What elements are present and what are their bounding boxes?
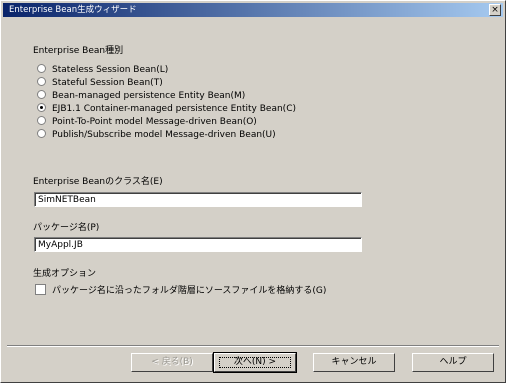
class-name-label: Enterprise Beanのクラス名(E) [33,177,163,187]
radio-bmp-entity[interactable]: Bean-managed persistence Entity Bean(M) [37,90,246,102]
radio-icon [37,129,46,138]
radio-stateful-session[interactable]: Stateful Session Bean(T) [37,77,163,89]
close-icon[interactable]: × [489,4,501,16]
next-button[interactable]: 次へ(N) > [213,352,297,373]
radio-icon [37,64,46,73]
radio-pubsub-message-driven[interactable]: Publish/Subscribe model Message-driven B… [37,129,276,141]
package-name-input[interactable]: MyAppl.JB [34,237,362,252]
radio-label: Point-To-Point model Message-driven Bean… [52,117,257,127]
window-title: Enterprise Bean生成ウィザード [9,5,137,15]
radio-icon [37,90,46,99]
folder-hierarchy-checkbox[interactable]: パッケージ名に沿ったフォルダ階層にソースファイルを格納する(G) [35,283,327,296]
generation-options-label: 生成オプション [33,269,97,279]
checkbox-icon [35,284,46,295]
radio-label: EJB1.1 Container-managed persistence Ent… [52,104,296,114]
radio-label: Bean-managed persistence Entity Bean(M) [52,91,246,101]
radio-label: Publish/Subscribe model Message-driven B… [52,130,276,140]
radio-icon [37,77,46,86]
package-name-label: パッケージ名(P) [33,223,100,233]
wizard-dialog: Enterprise Bean生成ウィザード × Enterprise Bean… [0,0,506,383]
back-button[interactable]: < 戻る(B) [131,353,213,372]
radio-cmp-entity[interactable]: EJB1.1 Container-managed persistence Ent… [37,103,296,115]
title-bar[interactable]: Enterprise Bean生成ウィザード × [3,3,503,17]
checkbox-label: パッケージ名に沿ったフォルダ階層にソースファイルを格納する(G) [52,286,327,296]
separator [7,345,499,347]
bean-type-label: Enterprise Bean種別 [33,46,124,56]
radio-selected-icon [37,103,46,112]
cancel-button[interactable]: キャンセル [313,353,395,372]
help-button[interactable]: ヘルプ [412,353,494,372]
class-name-input[interactable]: SimNETBean [34,192,362,207]
radio-ptp-message-driven[interactable]: Point-To-Point model Message-driven Bean… [37,116,257,128]
radio-label: Stateful Session Bean(T) [52,78,163,88]
radio-stateless-session[interactable]: Stateless Session Bean(L) [37,64,169,76]
radio-icon [37,116,46,125]
radio-label: Stateless Session Bean(L) [52,65,169,75]
focus-rect [219,357,291,368]
